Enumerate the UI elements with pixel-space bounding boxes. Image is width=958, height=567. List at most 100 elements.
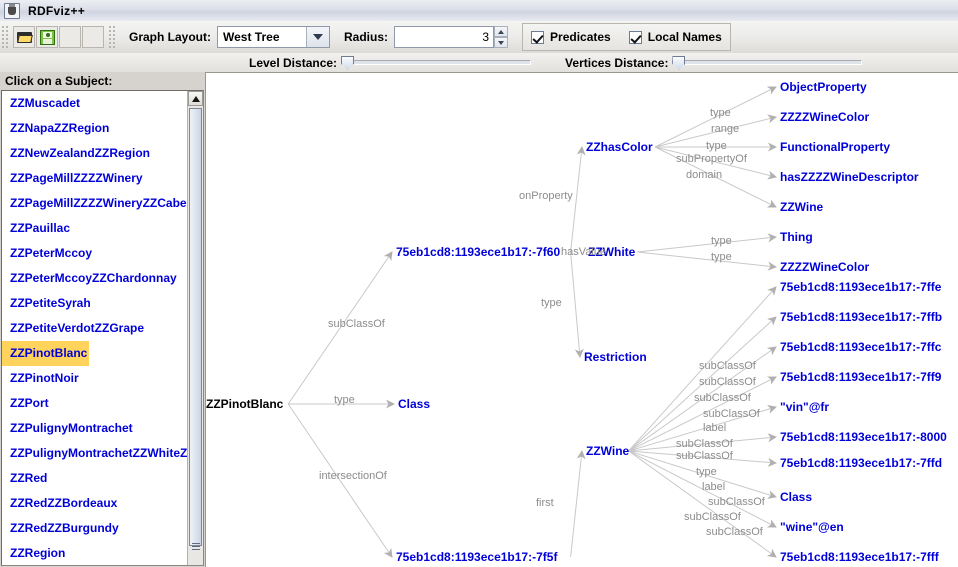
graph-edge-label: domain [686,169,723,181]
save-image-icon [40,30,55,45]
list-item[interactable]: ZZPageMillZZZZWinery [2,166,187,191]
graph-edge-label: subClassOf [706,526,763,538]
graph-node[interactable]: Restriction [584,351,647,363]
list-item[interactable]: ZZPetiteVerdotZZGrape [2,316,187,341]
list-item[interactable]: ZZPort [2,391,187,416]
list-item[interactable]: ZZPulignyMontrachet [2,416,187,441]
graph-node[interactable]: "wine"@en [780,521,844,533]
checkmark-icon [531,30,545,44]
list-item[interactable]: ZZPauillac [2,216,187,241]
open-file-button[interactable] [13,26,35,48]
graph-node[interactable]: ZZWine [586,445,629,457]
list-item[interactable]: ZZPinotBlanc [2,341,187,366]
checkmark-icon [628,30,642,44]
radius-label: Radius: [344,30,389,44]
folder-open-icon [17,32,33,44]
graph-edge-label: intersectionOf [319,470,387,482]
graph-node[interactable]: FunctionalProperty [780,141,890,153]
radius-stepper[interactable]: 3 [394,26,509,48]
graph-node[interactable]: "vin"@fr [780,401,829,413]
graph-edge-label: type [706,140,727,152]
scroll-up-button[interactable] [188,91,203,106]
graph-edge-label: label [703,422,727,434]
rdf-graph-canvas[interactable]: ZZPinotBlanc Class 75eb1cd8:1193ece1b17:-7… [205,72,958,567]
subject-list[interactable]: ZZMuscadet ZZNapaZZRegion ZZNewZealandZZRe… [2,91,187,565]
graph-node[interactable]: ZZWine [780,201,823,213]
graph-node[interactable]: 75eb1cd8:1193ece1b17:-7f5f [396,551,557,563]
vertices-distance-thumb[interactable] [672,55,686,70]
graph-node[interactable]: 75eb1cd8:1193ece1b17:-7ffb [780,311,942,323]
graph-node[interactable]: ZZZZWineColor [780,261,869,273]
graph-edge-label: first [536,497,554,509]
save-file-button[interactable] [36,26,58,48]
graph-edge-label: subClassOf [676,450,733,462]
graph-edge-label: subClassOf [708,496,765,508]
graph-layout-label: Graph Layout: [129,30,212,44]
graph-node[interactable]: Class [780,491,812,503]
graph-node[interactable]: ZZPinotBlanc [206,398,283,410]
graph-node[interactable]: Class [398,398,430,410]
radius-increment-button[interactable] [494,26,509,37]
toolbar-drag-handle[interactable] [2,26,10,48]
vertices-distance-track[interactable] [672,60,863,65]
graph-node[interactable]: 75eb1cd8:1193ece1b17:-7f60 [396,246,560,258]
list-item[interactable]: ZZNewZealandZZRegion [2,141,187,166]
list-item[interactable]: ZZRegion [2,541,187,565]
title-bar: RDFviz++ [0,0,958,22]
list-item[interactable]: ZZPetiteSyrah [2,291,187,316]
java-cup-icon [4,2,20,19]
graph-layout-select[interactable]: West Tree [217,26,331,48]
list-item[interactable]: ZZNapaZZRegion [2,116,187,141]
list-item[interactable]: ZZRedZZBurgundy [2,516,187,541]
toolbar-button-3[interactable] [59,26,81,48]
graph-node[interactable]: 75eb1cd8:1193ece1b17:-7ffd [780,457,942,469]
graph-edge-label: subClassOf [699,360,756,372]
radius-input[interactable]: 3 [394,26,495,48]
graph-edge-label: type [710,107,731,119]
list-item[interactable]: ZZPinotNoir [2,366,187,391]
predicates-checkbox[interactable]: Predicates [531,30,611,44]
list-item[interactable]: ZZRed [2,466,187,491]
graph-edge-label: onProperty [519,190,573,202]
list-item[interactable]: ZZPeterMccoy [2,241,187,266]
local-names-label: Local Names [647,30,722,44]
graph-node[interactable]: 75eb1cd8:1193ece1b17:-7fff [780,551,939,563]
list-item[interactable]: ZZPageMillZZZZWineryZZCaber [2,191,187,216]
chevron-down-icon[interactable] [306,27,330,47]
toolbar-section-handle[interactable] [109,26,117,48]
graph-node[interactable]: 75eb1cd8:1193ece1b17:-8000 [780,431,947,443]
graph-node[interactable]: 75eb1cd8:1193ece1b17:-7ffe [780,281,941,293]
graph-edge-label: label [702,481,726,493]
graph-node[interactable]: Thing [780,231,813,243]
graph-node[interactable]: ObjectProperty [780,81,867,93]
vertices-distance-slider[interactable] [672,55,863,71]
scrollbar-thumb[interactable] [189,108,202,550]
level-distance-thumb[interactable] [341,55,355,70]
radius-decrement-button[interactable] [494,37,509,48]
list-item[interactable]: ZZRedZZBordeaux [2,491,187,516]
local-names-checkbox[interactable]: Local Names [628,30,722,44]
subject-list-scrollbar[interactable] [187,91,203,565]
graph-node[interactable]: ZZZZWineColor [780,111,869,123]
graph-edge-label: subClassOf [676,438,733,450]
checkbox-panel: Predicates Local Names [522,23,731,51]
list-item[interactable]: ZZPeterMccoyZZChardonnay [2,266,187,291]
graph-node[interactable]: ZZhasColor [586,141,653,153]
level-distance-slider[interactable] [341,55,532,71]
graph-node[interactable]: 75eb1cd8:1193ece1b17:-7ff9 [780,371,941,383]
graph-layout-value: West Tree [218,27,307,47]
list-item[interactable]: ZZPulignyMontrachetZZWhiteZZ [2,441,187,466]
graph-node[interactable]: 75eb1cd8:1193ece1b17:-7ffc [780,341,941,353]
toolbar-button-4[interactable] [82,26,104,48]
graph-edge-label: type [541,297,562,309]
list-item-label: ZZPinotBlanc [2,341,90,366]
slider-toolbar: Level Distance: Vertices Distance: [0,53,958,73]
main-toolbar: Graph Layout: West Tree Radius: 3 Predic… [0,21,958,54]
predicates-label: Predicates [550,30,611,44]
level-distance-track[interactable] [341,60,532,65]
list-item[interactable]: ZZMuscadet [2,91,187,116]
graph-edge-label: subPropertyOf [676,153,747,165]
graph-edge-label: range [711,123,740,135]
graph-node[interactable]: hasZZZZWineDescriptor [780,171,919,183]
scrollbar-grip-icon [192,543,200,550]
